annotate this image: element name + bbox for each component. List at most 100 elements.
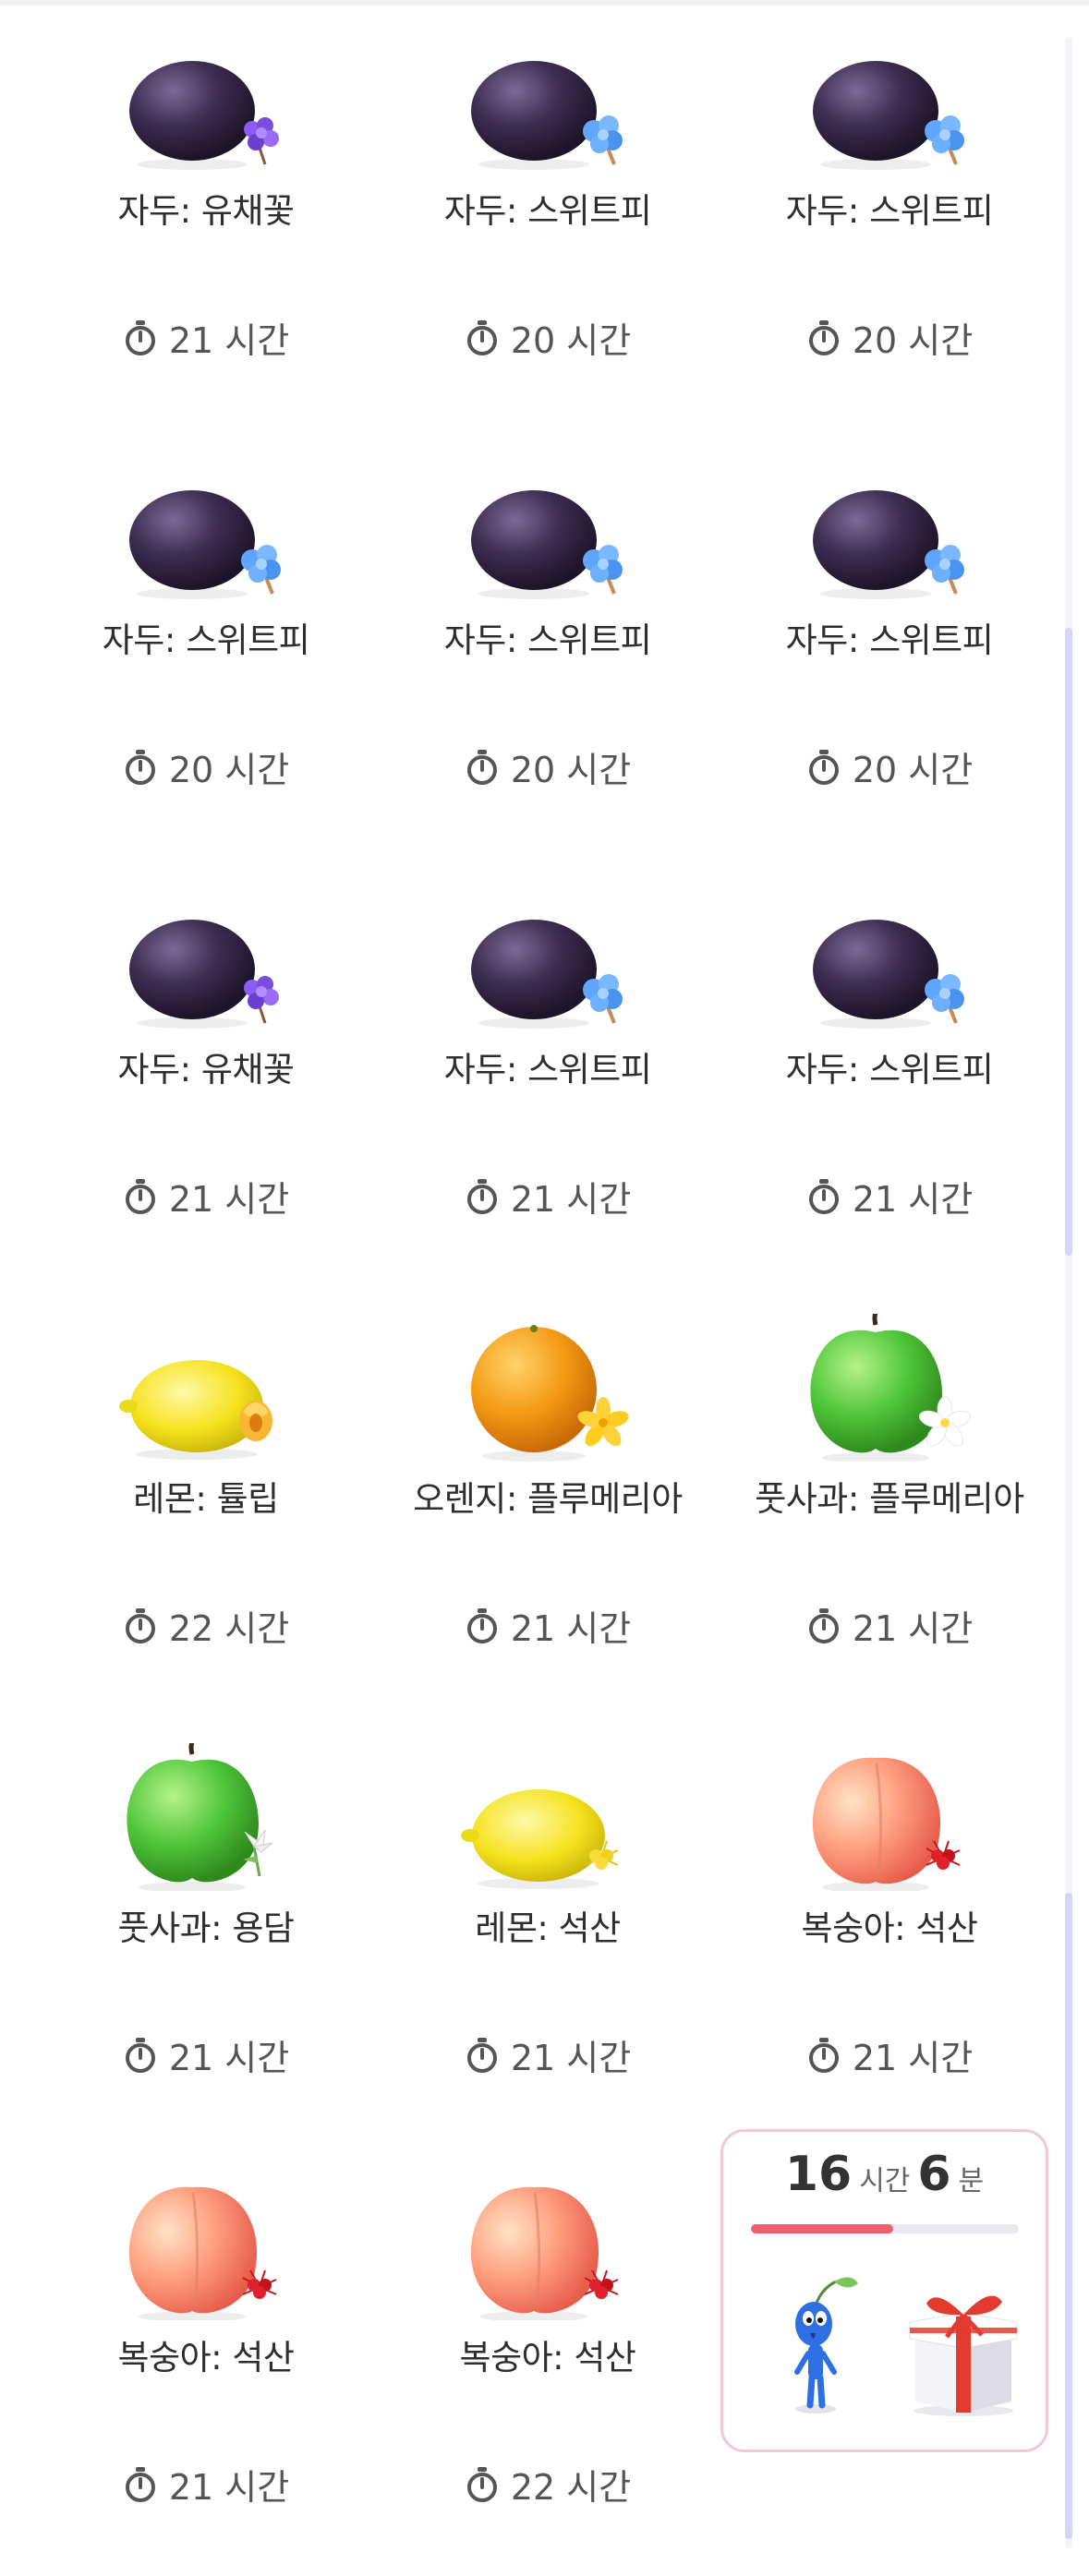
growth-time: 20 시간 <box>377 312 719 363</box>
growth-time-value: 21 시간 <box>168 2038 290 2078</box>
hours-value: 16 <box>784 2147 853 2202</box>
seedling-card[interactable]: 자두: 스위트피 20 시간 <box>377 429 719 859</box>
growth-time: 21 시간 <box>377 1171 719 1222</box>
stopwatch-icon <box>465 1607 500 1644</box>
plum-sweetpea-icon <box>788 26 991 174</box>
stopwatch-icon <box>465 319 500 356</box>
plum-sweetpea-icon <box>788 885 991 1032</box>
stopwatch-icon <box>465 1178 500 1215</box>
seedling-label: 복숭아: 석산 <box>117 2338 295 2377</box>
plum-rapeseed-icon <box>104 26 308 174</box>
growth-time: 20 시간 <box>35 741 377 792</box>
seedling-card[interactable]: 자두: 스위트피 21 시간 <box>719 859 1060 1288</box>
stopwatch-icon <box>123 749 158 786</box>
seedling-label: 복숭아: 석산 <box>459 2338 636 2377</box>
seedling-label: 레몬: 튤립 <box>133 1479 279 1519</box>
progress-bar <box>751 2224 1019 2233</box>
growth-time-value: 21 시간 <box>168 2467 290 2508</box>
stopwatch-icon <box>465 749 500 786</box>
growth-time: 21 시간 <box>719 1600 1060 1651</box>
seedling-label: 자두: 스위트피 <box>785 191 994 231</box>
seedling-label: 자두: 스위트피 <box>443 191 652 231</box>
minutes-value: 6 <box>917 2147 951 2202</box>
progress-fill <box>751 2224 893 2233</box>
seedling-card[interactable]: 복숭아: 석산 21 시간 <box>35 2147 377 2576</box>
seedling-label: 자두: 스위트피 <box>785 620 994 660</box>
peach-lycoris-red-icon <box>788 1743 991 1891</box>
seedling-label: 자두: 유채꽃 <box>117 191 295 231</box>
growth-time-value: 21 시간 <box>510 1179 632 1220</box>
seedling-label: 오렌지: 플루메리아 <box>413 1479 683 1519</box>
minutes-unit: 분 <box>958 2165 985 2197</box>
plum-sweetpea-icon <box>788 455 991 603</box>
growth-time-value: 20 시간 <box>852 750 974 790</box>
plum-rapeseed-icon <box>104 885 308 1032</box>
scrollbar-thumb[interactable] <box>1065 628 1072 1256</box>
plum-sweetpea-icon <box>446 885 649 1032</box>
seedling-card[interactable]: 자두: 스위트피 21 시간 <box>377 859 719 1288</box>
seedling-label: 복숭아: 석산 <box>801 1908 978 1948</box>
growth-time-value: 20 시간 <box>510 750 632 790</box>
growth-time: 21 시간 <box>719 1171 1060 1222</box>
growth-time-value: 20 시간 <box>510 320 632 361</box>
growth-time: 21 시간 <box>719 2029 1060 2080</box>
growth-time: 21 시간 <box>377 1600 719 1651</box>
growth-time-value: 21 시간 <box>852 1179 974 1220</box>
expedition-timer-widget[interactable]: 16 시간 6 분 <box>720 2129 1048 2452</box>
seedling-card[interactable]: 자두: 유채꽃 21 시간 <box>35 859 377 1288</box>
stopwatch-icon <box>806 2037 841 2074</box>
seedling-card[interactable]: 자두: 스위트피 20 시간 <box>35 429 377 859</box>
plum-sweetpea-icon <box>104 455 308 603</box>
seedling-card[interactable]: 레몬: 튤립 22 시간 <box>35 1288 377 1717</box>
plum-sweetpea-icon <box>446 26 649 174</box>
green-apple-plumeria-white-icon <box>788 1314 991 1462</box>
green-apple-gentian-icon <box>104 1743 308 1891</box>
stopwatch-icon <box>806 1607 841 1644</box>
seedling-card[interactable]: 복숭아: 석산 21 시간 <box>719 1717 1060 2147</box>
stopwatch-icon <box>806 749 841 786</box>
scrollbar-thumb-secondary[interactable] <box>1065 1893 1072 2539</box>
growth-time: 20 시간 <box>377 741 719 792</box>
seedling-card[interactable]: 풋사과: 용담 21 시간 <box>35 1717 377 2147</box>
seedling-card[interactable]: 자두: 스위트피 20 시간 <box>377 0 719 429</box>
growth-time-value: 21 시간 <box>852 1608 974 1649</box>
stopwatch-icon <box>123 319 158 356</box>
seedling-card[interactable]: 자두: 스위트피 20 시간 <box>719 429 1060 859</box>
growth-time: 21 시간 <box>35 1171 377 1222</box>
seedling-label: 풋사과: 용담 <box>117 1908 295 1948</box>
seedling-card[interactable]: 자두: 유채꽃 21 시간 <box>35 0 377 429</box>
countdown: 16 시간 6 분 <box>723 2147 1046 2202</box>
gift-box-icon <box>899 2280 1028 2418</box>
seedling-label: 자두: 스위트피 <box>443 620 652 660</box>
stopwatch-icon <box>123 1607 158 1644</box>
seedling-card[interactable]: 풋사과: 플루메리아 21 시간 <box>719 1288 1060 1717</box>
growth-time-value: 21 시간 <box>168 1179 290 1220</box>
seedling-label: 자두: 스위트피 <box>785 1050 994 1089</box>
seedling-card[interactable]: 레몬: 석산 21 시간 <box>377 1717 719 2147</box>
seedling-card[interactable]: 자두: 스위트피 20 시간 <box>719 0 1060 429</box>
peach-lycoris-red-icon <box>104 2173 308 2320</box>
lemon-lycoris-yellow-icon <box>446 1743 649 1891</box>
growth-time-value: 22 시간 <box>510 2467 632 2508</box>
growth-time-value: 20 시간 <box>168 750 290 790</box>
growth-time-value: 21 시간 <box>510 2038 632 2078</box>
growth-time: 21 시간 <box>35 2459 377 2510</box>
stopwatch-icon <box>806 319 841 356</box>
growth-time: 21 시간 <box>35 312 377 363</box>
seedling-label: 자두: 스위트피 <box>443 1050 652 1089</box>
growth-time: 21 시간 <box>377 2029 719 2080</box>
lemon-tulip-icon <box>104 1314 308 1462</box>
stopwatch-icon <box>123 1178 158 1215</box>
stopwatch-icon <box>123 2466 158 2503</box>
growth-time: 22 시간 <box>377 2459 719 2510</box>
hours-unit: 시간 <box>859 2165 911 2197</box>
growth-time: 20 시간 <box>719 312 1060 363</box>
seedling-card[interactable]: 복숭아: 석산 22 시간 <box>377 2147 719 2576</box>
growth-time: 20 시간 <box>719 741 1060 792</box>
growth-time-value: 21 시간 <box>168 320 290 361</box>
seedling-label: 풋사과: 플루메리아 <box>755 1479 1024 1519</box>
growth-time: 22 시간 <box>35 1600 377 1651</box>
seedling-card[interactable]: 오렌지: 플루메리아 21 시간 <box>377 1288 719 1717</box>
seedling-label: 레몬: 석산 <box>475 1908 621 1948</box>
seedling-label: 자두: 스위트피 <box>102 620 310 660</box>
